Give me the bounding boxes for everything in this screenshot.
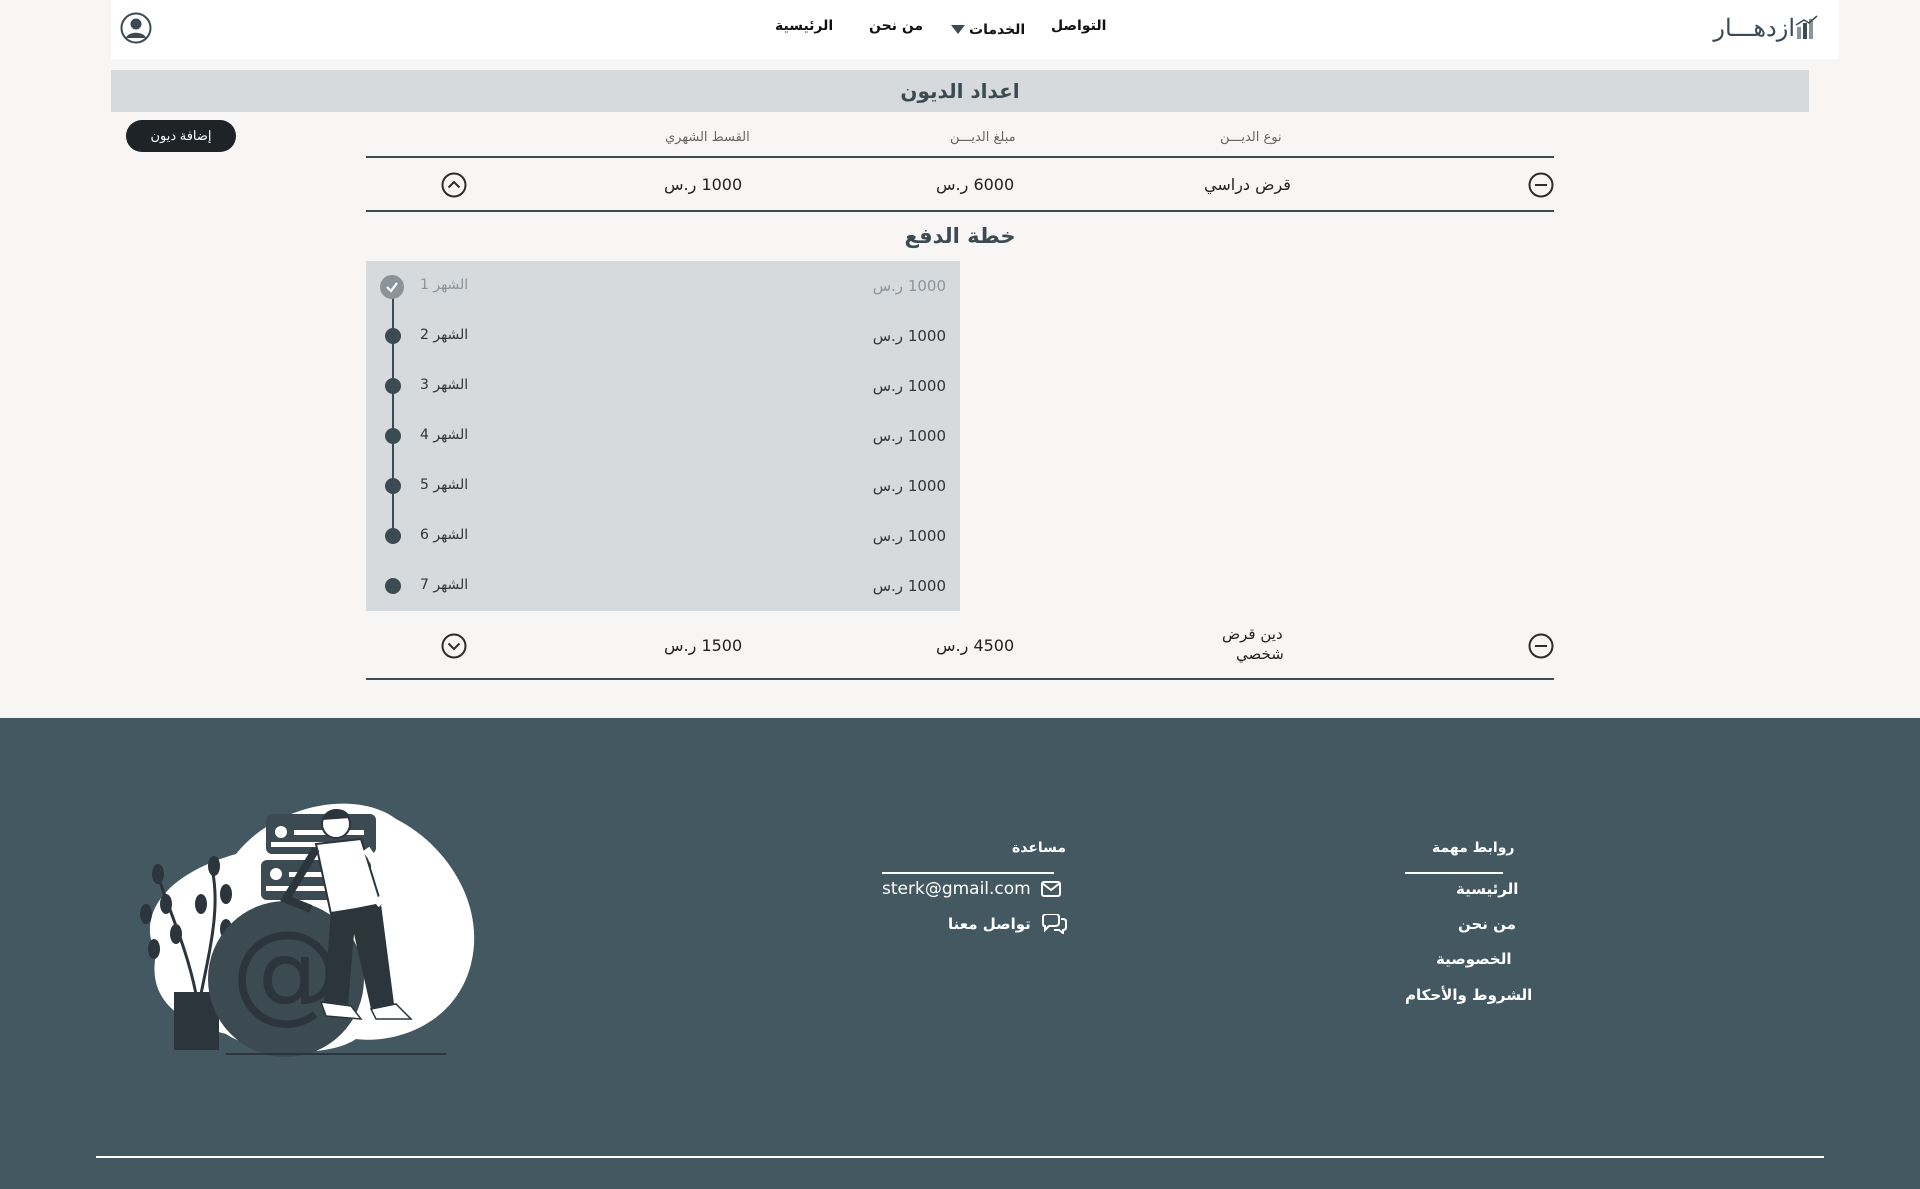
links-title-underline bbox=[1405, 872, 1503, 874]
footer-link-about[interactable]: من نحن bbox=[1458, 915, 1516, 933]
plan-amount: 1000 ر.س bbox=[872, 327, 946, 345]
timeline-dot-icon bbox=[385, 528, 401, 544]
check-icon bbox=[380, 275, 404, 299]
nav-about[interactable]: من نحن bbox=[869, 18, 923, 34]
footer-link-privacy[interactable]: الخصوصية bbox=[1436, 950, 1511, 968]
nav-services[interactable]: الخدمات bbox=[951, 22, 1025, 38]
nav-services-label: الخدمات bbox=[969, 22, 1026, 38]
row-divider bbox=[366, 210, 1554, 212]
plan-row: الشهر 5 1000 ر.س bbox=[366, 465, 960, 505]
contact-us-link[interactable]: تواصل معنا bbox=[948, 914, 1067, 934]
row-type-value: قرض دراسي bbox=[1204, 175, 1291, 194]
footer: @ مساعدة sterk@gmail.com تواصل معنا رواب… bbox=[0, 718, 1920, 1189]
timeline-dot-icon bbox=[385, 328, 401, 344]
remove-debt-icon[interactable] bbox=[1528, 633, 1554, 663]
important-links-title: روابط مهمة bbox=[1432, 840, 1515, 856]
plan-month: الشهر 2 bbox=[420, 327, 469, 343]
plan-month: الشهر 7 bbox=[420, 577, 469, 593]
row-divider bbox=[366, 678, 1554, 680]
plan-month: الشهر 3 bbox=[420, 377, 469, 393]
plan-month: الشهر 5 bbox=[420, 477, 469, 493]
help-title-underline bbox=[882, 872, 1054, 874]
plan-amount: 1000 ر.س bbox=[872, 377, 946, 395]
payment-plan-title: خطة الدفع bbox=[904, 224, 1016, 248]
plan-row: الشهر 7 1000 ر.س bbox=[366, 565, 960, 605]
row-monthly-value: 1500 ر.س bbox=[664, 636, 743, 655]
plan-amount: 1000 ر.س bbox=[872, 277, 946, 295]
nav-home[interactable]: الرئيسية bbox=[775, 18, 833, 34]
collapse-chevron-up-icon[interactable] bbox=[441, 172, 467, 202]
envelope-icon bbox=[1040, 881, 1061, 897]
plan-amount: 1000 ر.س bbox=[872, 427, 946, 445]
payment-plan-panel: الشهر 1 1000 ر.س الشهر 2 1000 ر.س الشهر … bbox=[366, 261, 960, 611]
plan-row: الشهر 6 1000 ر.س bbox=[366, 515, 960, 555]
col-monthly-header: القسط الشهري bbox=[665, 130, 750, 145]
remove-debt-icon[interactable] bbox=[1528, 172, 1554, 202]
plan-row: الشهر 4 1000 ر.س bbox=[366, 415, 960, 455]
timeline-dot-icon bbox=[385, 578, 401, 594]
email-text: sterk@gmail.com bbox=[882, 879, 1031, 899]
contact-us-text: تواصل معنا bbox=[948, 915, 1031, 933]
footer-link-terms[interactable]: الشروط والأحكام bbox=[1405, 986, 1532, 1004]
logo-text: ازدهـــار bbox=[1713, 14, 1795, 42]
plan-amount: 1000 ر.س bbox=[872, 477, 946, 495]
timeline-dot-icon bbox=[385, 428, 401, 444]
col-type-header: نوع الديـــن bbox=[1220, 130, 1282, 145]
page-title: اعداد الديون bbox=[111, 70, 1809, 112]
row-type-value: دين قرض bbox=[1222, 625, 1283, 643]
col-amount-header: مبلغ الديـــن bbox=[950, 130, 1016, 145]
email-link[interactable]: sterk@gmail.com bbox=[882, 879, 1061, 899]
plan-amount: 1000 ر.س bbox=[872, 577, 946, 595]
top-navbar: الرئيسية من نحن الخدمات التواصل ازدهـــا… bbox=[111, 0, 1839, 59]
expand-chevron-down-icon[interactable] bbox=[441, 633, 467, 663]
footer-bottom-divider bbox=[96, 1156, 1824, 1158]
help-title: مساعدة bbox=[1012, 840, 1067, 856]
timeline-dot-icon bbox=[385, 378, 401, 394]
row-monthly-value: 1000 ر.س bbox=[664, 175, 743, 194]
brand-logo[interactable]: ازدهـــار bbox=[1713, 10, 1819, 46]
caret-down-icon bbox=[951, 25, 965, 34]
svg-text:@: @ bbox=[231, 907, 341, 1035]
plan-row: الشهر 2 1000 ر.س bbox=[366, 315, 960, 355]
chat-bubbles-icon bbox=[1041, 914, 1067, 934]
chart-logo-icon bbox=[1795, 15, 1818, 39]
plan-month: الشهر 4 bbox=[420, 427, 469, 443]
footer-link-home[interactable]: الرئيسية bbox=[1456, 880, 1518, 898]
plan-month: الشهر 6 bbox=[420, 527, 469, 543]
table-top-divider bbox=[366, 156, 1554, 158]
add-debt-button[interactable]: إضافة ديون bbox=[126, 120, 236, 152]
row-amount-value: 4500 ر.س bbox=[936, 636, 1015, 655]
row-amount-value: 6000 ر.س bbox=[936, 175, 1015, 194]
timeline-dot-icon bbox=[385, 478, 401, 494]
row-type-value-line2: شخصي bbox=[1236, 645, 1284, 663]
plan-row: الشهر 1 1000 ر.س bbox=[366, 265, 960, 305]
plan-row: الشهر 3 1000 ر.س bbox=[366, 365, 960, 405]
plan-month: الشهر 1 bbox=[420, 277, 469, 293]
contact-illustration: @ bbox=[126, 794, 482, 1098]
nav-contact[interactable]: التواصل bbox=[1051, 18, 1106, 34]
plan-amount: 1000 ر.س bbox=[872, 527, 946, 545]
user-avatar-icon[interactable] bbox=[120, 12, 152, 44]
